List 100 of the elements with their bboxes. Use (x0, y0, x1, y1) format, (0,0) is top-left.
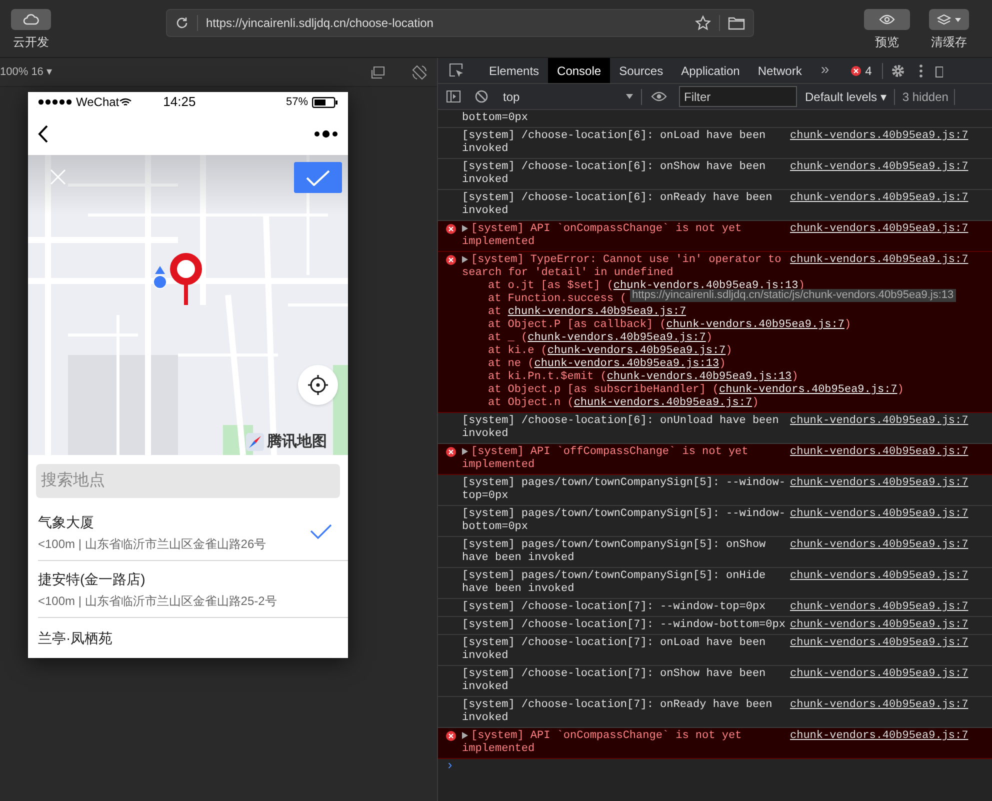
clear-icon[interactable] (475, 90, 488, 103)
more-tabs-button[interactable]: » (820, 59, 830, 82)
caret-icon (626, 94, 633, 99)
zoom-select[interactable]: 100% 16 ▾ (0, 64, 371, 80)
window-icon[interactable] (371, 66, 385, 78)
preview-label: 预览 (875, 34, 899, 51)
source-link[interactable]: chunk-vendors.40b95ea9.js:7 (790, 223, 968, 236)
map-pin-icon (169, 253, 203, 305)
battery-icon (312, 96, 338, 108)
devtools-tab[interactable]: Sources (610, 58, 672, 83)
expand-icon[interactable] (462, 732, 468, 739)
stack-link[interactable]: chunk-vendors.40b95ea9.js:7 (666, 319, 844, 331)
clock: 14:25 (163, 93, 197, 112)
stack-frame: at ki.e (chunk-vendors.40b95ea9.js:7) (462, 345, 732, 358)
stack-link[interactable]: chunk-vendors.40b95ea9.js:7 (574, 397, 752, 409)
stack-link[interactable]: chunk-vendors.40b95ea9.js:7 (547, 345, 726, 357)
source-link[interactable]: chunk-vendors.40b95ea9.js:7 (790, 699, 968, 712)
hidden-count: 3 hidden (902, 88, 948, 106)
error-icon (446, 255, 456, 265)
levels-select[interactable]: Default levels ▾ (805, 88, 886, 106)
stack-link[interactable]: chunk-vendors.40b95ea9.js:7 (719, 384, 898, 396)
crosshair-icon (307, 374, 329, 396)
place-name: 兰亭·凤栖苑 (38, 628, 114, 648)
source-link[interactable]: chunk-vendors.40b95ea9.js:7 (790, 161, 968, 174)
source-link[interactable]: chunk-vendors.40b95ea9.js:7 (790, 730, 968, 743)
cloud-button[interactable] (11, 9, 51, 30)
eye-icon (879, 14, 895, 25)
source-link[interactable]: chunk-vendors.40b95ea9.js:7 (790, 601, 968, 614)
source-link[interactable]: chunk-vendors.40b95ea9.js:7 (790, 130, 968, 143)
source-link[interactable]: chunk-vendors.40b95ea9.js:7 (790, 415, 968, 428)
context-select[interactable]: top (503, 88, 633, 106)
source-link[interactable]: chunk-vendors.40b95ea9.js:7 (790, 477, 968, 490)
log-message: [system] pages/town/townCompanySign[5]: --window-top=0px (462, 477, 786, 503)
url-text[interactable]: https://yincairenli.sdljdq.cn/choose-location (206, 14, 687, 32)
stack-frame: at _ (chunk-vendors.40b95ea9.js:7) (462, 332, 712, 345)
check-icon (306, 170, 330, 186)
source-link[interactable]: chunk-vendors.40b95ea9.js:7 (790, 668, 968, 681)
error-icon (446, 731, 456, 741)
star-icon[interactable] (695, 15, 711, 31)
stack-link[interactable]: chunk-vendors.40b95ea9.js:13 (534, 358, 720, 370)
inspect-icon[interactable] (449, 63, 464, 78)
eye-icon[interactable] (651, 91, 667, 102)
kebab-menu-icon[interactable] (918, 64, 923, 78)
sidebar-icon[interactable] (446, 90, 461, 103)
preview-button[interactable] (864, 9, 910, 30)
devtools-tab[interactable]: Network (748, 58, 811, 83)
confirm-button[interactable] (294, 162, 342, 193)
error-icon (446, 447, 456, 457)
expand-icon[interactable] (462, 224, 468, 232)
stack-link[interactable]: chunk-vendors.40b95ea9.js:7 (528, 332, 706, 344)
stack-link[interactable]: chunk-vendors.40b95ea9.js:13 (606, 371, 792, 383)
source-link[interactable]: chunk-vendors.40b95ea9.js:7 (790, 508, 968, 521)
expand-icon[interactable] (462, 448, 468, 455)
devtools-tab[interactable]: Console (548, 58, 610, 83)
log-message: [system] API `offCompassChange` is not yet implemented (462, 446, 750, 472)
place-item[interactable]: 兰亭·凤栖苑 (38, 618, 348, 658)
source-link[interactable]: chunk-vendors.40b95ea9.js:7 (790, 637, 968, 650)
search-field[interactable]: 搜索地点 (36, 464, 340, 498)
folder-icon[interactable] (728, 16, 745, 30)
stack-frame: at Object.P [as callback] (chunk-vendors.40b95ea9.js:7) (462, 319, 852, 332)
signal-icon (38, 99, 74, 105)
cache-button[interactable] (929, 9, 969, 30)
source-link[interactable]: chunk-vendors.40b95ea9.js:7 (790, 192, 968, 205)
source-link[interactable]: chunk-vendors.40b95ea9.js:7 (790, 570, 968, 583)
more-icon[interactable] (314, 130, 338, 138)
log-message: [system] /choose-location[7]: onLoad have been invoked (462, 637, 767, 663)
place-item[interactable]: 捷安特(金一路店) <100m | 山东省临沂市兰山区金雀山路25-2号 (38, 561, 348, 618)
expand-icon[interactable] (462, 256, 468, 263)
wifi-icon (119, 98, 132, 106)
error-counter[interactable]: 4 (851, 62, 872, 80)
stack-frame: at Object.n (chunk-vendors.40b95ea9.js:7) (462, 397, 759, 410)
log-message: [system] pages/town/townCompanySign[5]: onShow have been invoked (462, 539, 767, 565)
map-logo: 腾讯地图 (267, 432, 327, 452)
carrier-label: WeChat (76, 94, 120, 111)
back-icon[interactable] (38, 124, 48, 142)
source-link[interactable]: chunk-vendors.40b95ea9.js:7 (790, 446, 968, 459)
log-message: [system] API `onCompassChange` is not yet implemented (462, 730, 743, 756)
dock-icon[interactable] (934, 64, 943, 78)
battery-label: 57% (286, 94, 308, 110)
stack-frame: at ne (chunk-vendors.40b95ea9.js:13) (462, 358, 726, 371)
source-link[interactable]: chunk-vendors.40b95ea9.js:7 (790, 619, 968, 632)
filter-field[interactable]: Filter (679, 86, 797, 107)
devtools-tab[interactable]: Application (672, 58, 749, 83)
log-message: bottom=0px (462, 112, 530, 125)
source-link[interactable]: chunk-vendors.40b95ea9.js:7 (790, 254, 968, 267)
cloud-icon (23, 14, 39, 25)
stack-frame: at chunk-vendors.40b95ea9.js:7 (462, 306, 686, 319)
place-item[interactable]: 气象大厦 <100m | 山东省临沂市兰山区金雀山路26号 (38, 504, 348, 561)
devtools-tab[interactable]: Elements (480, 58, 548, 83)
log-message: [system] /choose-location[7]: onShow have been invoked (462, 668, 767, 694)
settings-icon[interactable] (890, 64, 905, 78)
log-message: [system] /choose-location[6]: onLoad have been invoked (462, 130, 767, 156)
reload-icon[interactable] (175, 16, 189, 30)
source-link[interactable]: chunk-vendors.40b95ea9.js:7 (790, 539, 968, 552)
console-prompt[interactable]: › (438, 759, 992, 772)
place-name: 捷安特(金一路店) (38, 570, 146, 589)
log-message: [system] /choose-location[6]: onReady have been invoked (462, 192, 774, 218)
rotate-icon[interactable] (412, 64, 427, 80)
stack-link[interactable]: chunk-vendors.40b95ea9.js:7 (508, 306, 686, 318)
place-address: <100m | 山东省临沂市兰山区金雀山路25-2号 (38, 592, 278, 610)
